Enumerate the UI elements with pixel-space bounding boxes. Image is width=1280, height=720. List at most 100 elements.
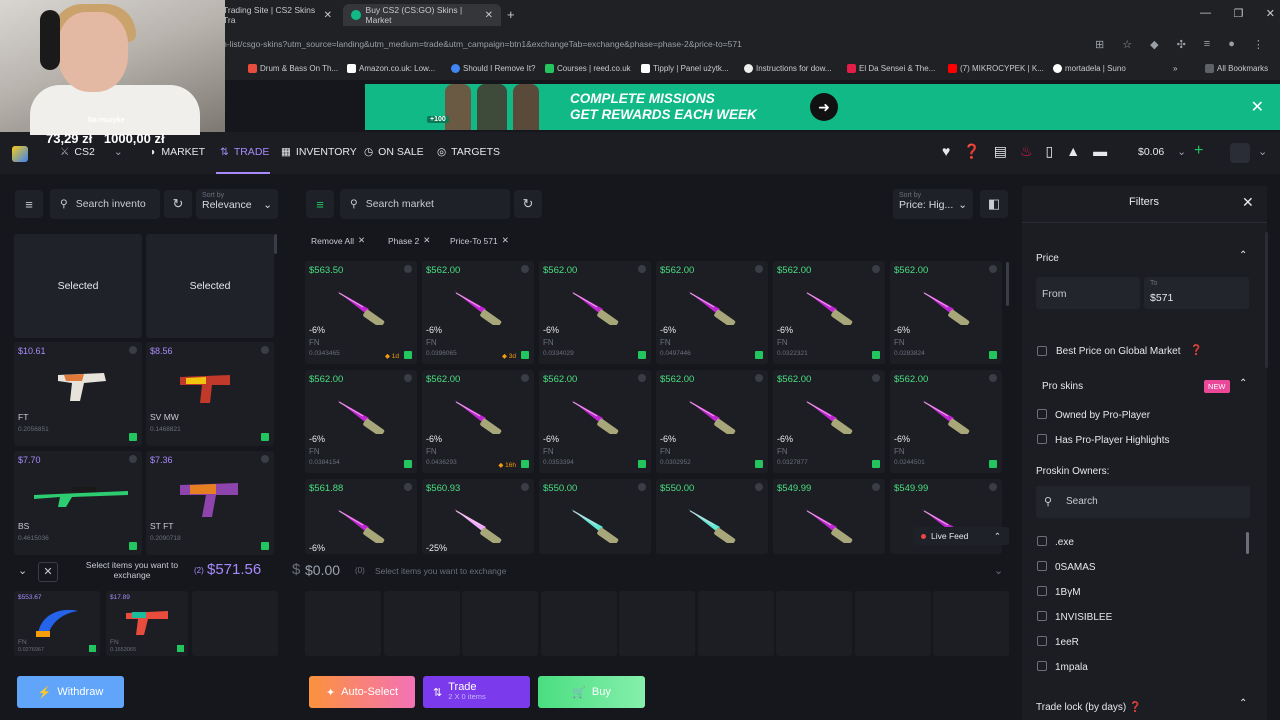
- chat-icon[interactable]: ▤: [994, 143, 1007, 160]
- bookmark-item[interactable]: El Da Sensei & The...: [847, 64, 935, 73]
- close-icon[interactable]: ✕: [1251, 97, 1264, 117]
- market-item-card[interactable]: $562.00 -6% FN 0.0436293 ◆ 16h: [422, 370, 534, 473]
- info-icon[interactable]: [521, 374, 529, 382]
- address-bar[interactable]: em-list/csgo-skins?utm_source=landing&ut…: [215, 34, 1150, 54]
- buy-button[interactable]: 🛒 Buy: [538, 676, 645, 708]
- bookmark-item[interactable]: Courses | reed.co.uk: [545, 64, 631, 73]
- info-icon[interactable]: [989, 374, 997, 382]
- scrollbar[interactable]: [1006, 262, 1009, 306]
- owner-checkbox[interactable]: [1037, 586, 1047, 596]
- market-item-card[interactable]: $550.00: [539, 479, 651, 554]
- browser-tab-trading[interactable]: Trading Site | CS2 Skins Tra ✕: [215, 4, 340, 26]
- market-item-card[interactable]: $562.00 -6% FN 0.0302952: [656, 370, 768, 473]
- exchange-item-slot[interactable]: [854, 591, 931, 656]
- page-scrollbar[interactable]: [1265, 232, 1268, 368]
- info-icon[interactable]: [989, 483, 997, 491]
- info-icon[interactable]: [989, 265, 997, 273]
- help-icon[interactable]: ❓: [963, 143, 980, 160]
- live-feed-toggle[interactable]: Live Feed ⌃: [913, 527, 1009, 545]
- info-icon[interactable]: [521, 483, 529, 491]
- owner-checkbox[interactable]: [1037, 611, 1047, 621]
- market-sort-select[interactable]: Sort by Price: Hig... ⌄: [893, 189, 973, 219]
- refresh-icon[interactable]: ↻: [514, 190, 542, 218]
- exchange-item-slot[interactable]: [776, 591, 852, 656]
- bookmark-item[interactable]: (7) MIKROCYPEK | K...: [948, 64, 1044, 73]
- filter-chip-phase[interactable]: Phase 2 ✕: [388, 235, 430, 246]
- info-icon[interactable]: [755, 483, 763, 491]
- puzzle-icon[interactable]: ✣: [1177, 38, 1186, 51]
- info-icon[interactable]: [755, 374, 763, 382]
- add-funds-icon[interactable]: +: [1194, 142, 1203, 160]
- owner-checkbox[interactable]: [1037, 536, 1047, 546]
- market-item-card[interactable]: $562.00 -6% FN 0.0322321: [773, 261, 885, 364]
- bookmark-item[interactable]: Tipply | Panel użytk...: [641, 64, 729, 73]
- site-logo[interactable]: [12, 146, 28, 162]
- media-icon[interactable]: ≡: [1204, 38, 1210, 51]
- install-icon[interactable]: ⊞: [1095, 38, 1104, 51]
- info-icon[interactable]: [129, 346, 137, 354]
- best-price-checkbox[interactable]: [1037, 346, 1047, 356]
- minimize-icon[interactable]: —: [1200, 7, 1211, 20]
- bookmark-item[interactable]: Amazon.co.uk: Low...: [347, 64, 435, 73]
- exchange-item-slot[interactable]: [462, 591, 538, 656]
- chevron-up-icon[interactable]: ⌃: [1239, 698, 1247, 709]
- market-item-card[interactable]: $562.00 -6% FN 0.0334029: [539, 261, 651, 364]
- flag-us-icon[interactable]: ▬: [1093, 143, 1107, 160]
- avatar[interactable]: [1230, 143, 1250, 163]
- owned-by-pro-checkbox[interactable]: [1037, 409, 1047, 419]
- market-item-card[interactable]: $562.00 -6% FN 0.0384154: [305, 370, 417, 473]
- market-item-card[interactable]: $562.00 -6% FN 0.0283824: [890, 261, 1002, 364]
- info-icon[interactable]: [638, 265, 646, 273]
- market-item-card[interactable]: $560.93 -25%: [422, 479, 534, 554]
- bookmark-item[interactable]: Should I Remove It?: [451, 64, 535, 73]
- game-selector[interactable]: ⚔ CS2 ⌄: [60, 146, 123, 158]
- nav-targets[interactable]: ◎ TARGETS: [437, 146, 500, 158]
- bookmark-item[interactable]: Instructions for dow...: [744, 64, 832, 73]
- new-tab-icon[interactable]: +: [507, 7, 515, 22]
- close-icon[interactable]: ✕: [1266, 7, 1275, 20]
- profile-icon[interactable]: ●: [1228, 38, 1235, 51]
- exchange-item-slot[interactable]: $553.67 FN 0.0276967: [14, 591, 100, 656]
- filter-chip-price[interactable]: Price-To 571 ✕: [450, 235, 509, 246]
- info-icon[interactable]: [638, 483, 646, 491]
- exchange-item-slot[interactable]: [383, 591, 460, 656]
- close-icon[interactable]: ✕: [502, 235, 509, 246]
- auto-select-button[interactable]: ✦ Auto-Select: [309, 676, 415, 708]
- filter-icon[interactable]: ≡: [306, 190, 334, 218]
- info-icon[interactable]: [755, 265, 763, 273]
- exchange-item-slot[interactable]: [305, 591, 381, 656]
- trade-button[interactable]: ⇅ Trade 2 X 0 items: [423, 676, 530, 708]
- heart-icon[interactable]: ♥: [942, 143, 950, 160]
- close-icon[interactable]: ✕: [324, 10, 332, 21]
- withdraw-button[interactable]: ⚡ Withdraw: [17, 676, 124, 708]
- owners-search-input[interactable]: ⚲ Search: [1036, 486, 1250, 518]
- inventory-item-card[interactable]: $10.61 FT 0.2056851: [14, 342, 142, 446]
- market-item-card[interactable]: $562.00 -6% FN 0.0497446: [656, 261, 768, 364]
- extension-icon[interactable]: ◆: [1150, 38, 1158, 51]
- info-icon[interactable]: [872, 374, 880, 382]
- info-icon[interactable]: [521, 265, 529, 273]
- chevron-down-icon[interactable]: ⌄: [1258, 145, 1267, 158]
- price-from-input[interactable]: From: [1036, 277, 1140, 309]
- info-icon[interactable]: [638, 374, 646, 382]
- info-icon[interactable]: [129, 455, 137, 463]
- restore-icon[interactable]: ❐: [1233, 7, 1243, 20]
- close-icon[interactable]: ✕: [423, 235, 430, 246]
- star-icon[interactable]: ☆: [1122, 38, 1132, 51]
- pro-highlights-checkbox[interactable]: [1037, 434, 1047, 444]
- exchange-item-slot[interactable]: [697, 591, 774, 656]
- inventory-search-input[interactable]: ⚲ Search invento: [50, 189, 160, 219]
- close-icon[interactable]: ✕: [358, 235, 365, 246]
- nav-trade[interactable]: ⇅ TRADE: [220, 146, 269, 158]
- chevron-up-icon[interactable]: ⌃: [1239, 250, 1247, 261]
- market-item-card[interactable]: $563.50 -6% FN 0.0343465 ◆ 1d: [305, 261, 417, 364]
- exchange-item-slot[interactable]: $17.89 FN 0.1653065: [106, 591, 188, 656]
- nav-on-sale[interactable]: ◷ ON SALE: [364, 146, 424, 158]
- bookmark-item[interactable]: Drum & Bass On Th...: [248, 64, 338, 73]
- market-search-input[interactable]: ⚲ Search market: [340, 189, 510, 219]
- wallet-balance[interactable]: $0.06 ⌄: [1138, 146, 1186, 158]
- price-to-input[interactable]: To $571: [1144, 277, 1249, 309]
- close-icon[interactable]: ✕: [38, 562, 58, 582]
- arrow-right-icon[interactable]: ➜: [810, 93, 838, 121]
- info-icon[interactable]: [404, 374, 412, 382]
